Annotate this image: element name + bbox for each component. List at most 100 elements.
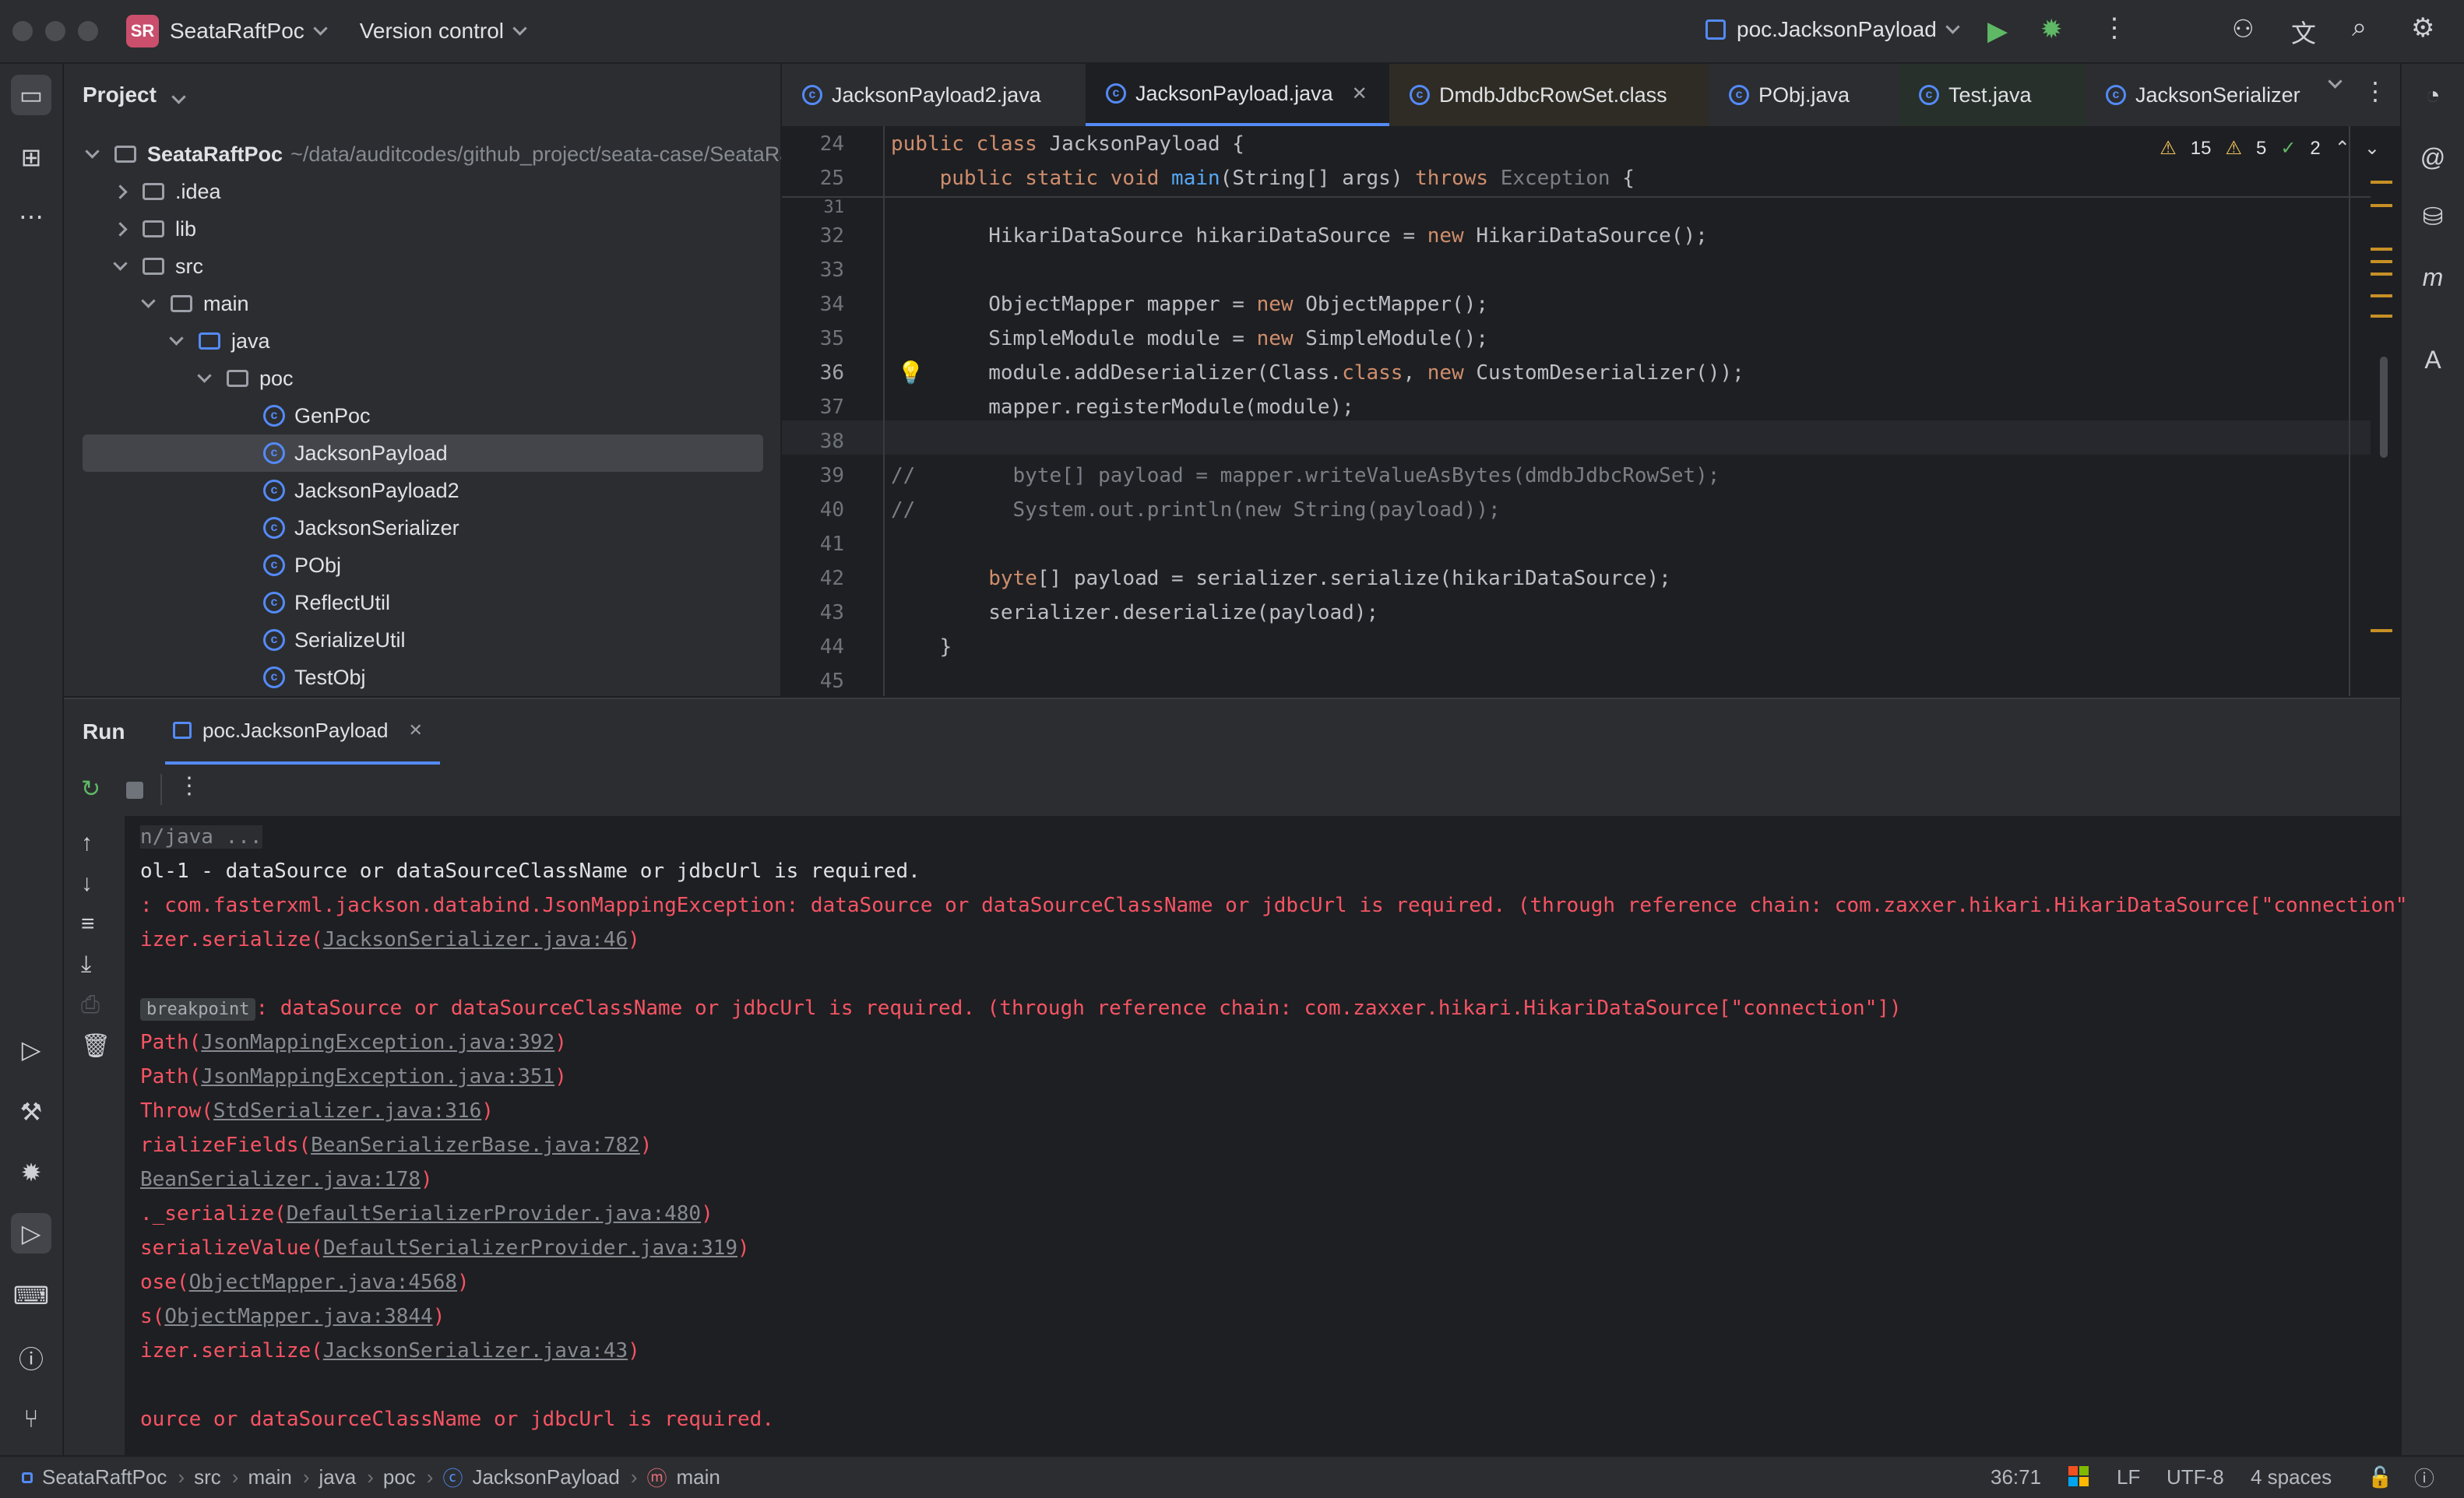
close-icon[interactable]: ✕ [1352, 83, 1368, 105]
run-tool-icon[interactable]: ▷ [11, 1213, 51, 1254]
tree-root[interactable]: SeataRaftPoc ~/data/auditcodes/github_pr… [85, 135, 781, 173]
code-line[interactable]: mapper.registerModule(module); [891, 396, 1354, 419]
tree-item-jacksonpayload[interactable]: c JacksonPayload [83, 434, 763, 472]
code-line[interactable]: // byte[] payload = mapper.writeValueAsB… [891, 464, 1720, 487]
tree-item-jacksonserializer[interactable]: c JacksonSerializer [263, 509, 459, 547]
breadcrumb-item[interactable]: poc [383, 1465, 416, 1489]
debug-tool-icon[interactable]: ✹ [11, 1152, 51, 1193]
tree-item-reflectutil[interactable]: c ReflectUtil [263, 584, 390, 621]
structure-tool-icon[interactable]: ⊞ [11, 137, 51, 178]
more-vertical-icon[interactable]: ⋮ [178, 772, 201, 800]
notifications-icon[interactable]: ◔ [2413, 75, 2453, 115]
breadcrumb-item[interactable]: main [677, 1465, 720, 1489]
tab-jacksonserializer[interactable]: c JacksonSerializer [2086, 64, 2304, 126]
more-vertical-icon[interactable]: ⋮ [2363, 76, 2388, 106]
tab-pobj[interactable]: c PObj.java [1709, 64, 1899, 126]
stop-icon[interactable] [126, 782, 143, 799]
project-panel-title[interactable]: Project [83, 83, 186, 107]
indent-setting[interactable]: 4 spaces [2251, 1465, 2332, 1489]
maximize-window-button[interactable] [78, 21, 98, 41]
minimize-window-button[interactable] [45, 21, 65, 41]
more-vertical-icon[interactable]: ⋮ [2101, 12, 2128, 44]
tab-dmdbjdbcrowset[interactable]: c DmdbJdbcRowSet.class [1389, 64, 1709, 126]
maven-icon[interactable]: m [2413, 257, 2453, 297]
project-tool-icon[interactable]: ▭ [11, 75, 51, 115]
search-icon[interactable]: ⌕ [2352, 12, 2367, 43]
caret-position[interactable]: 36:71 [1991, 1465, 2041, 1489]
problems-icon[interactable]: ⓘ [11, 1338, 51, 1378]
code-line[interactable]: public static void main(String[] args) t… [891, 167, 1635, 190]
tree-item-pobj[interactable]: c PObj [263, 547, 341, 584]
code-line[interactable]: } [891, 635, 952, 659]
code-line[interactable]: byte[] payload = serializer.serialize(hi… [891, 567, 1671, 590]
tab-jacksonpayload2[interactable]: c JacksonPayload2.java [782, 64, 1086, 126]
arrow-down-icon[interactable]: ↓ [81, 870, 93, 897]
add-user-icon[interactable]: ⚇ [2232, 14, 2255, 44]
inspection-widget[interactable]: ⚠ 15 ⚠ 5 ✓ 2 ⌃ ⌄ [2160, 137, 2380, 160]
tab-jacksonpayload[interactable]: c JacksonPayload.java ✕ [1086, 64, 1389, 126]
more-tools-icon[interactable]: ⋯ [11, 196, 51, 237]
breadcrumb-item[interactable]: src [194, 1465, 221, 1489]
create-breakpoint-chip[interactable]: breakpoint [140, 998, 256, 1021]
windows-logo-icon[interactable] [2068, 1466, 2089, 1486]
code-line[interactable]: module.addDeserializer(Class.class, new … [891, 361, 1744, 385]
chevron-down-icon[interactable]: ⌄ [2364, 137, 2380, 160]
tree-item-poc[interactable]: poc [197, 360, 294, 397]
lock-icon[interactable]: 🔓 [2367, 1465, 2392, 1489]
tree-item-genpoc[interactable]: c GenPoc [263, 397, 371, 434]
gear-icon[interactable]: ⚙ [2411, 12, 2434, 44]
code-line[interactable]: public class JacksonPayload { [891, 132, 1244, 156]
chevron-down-icon[interactable] [512, 20, 527, 36]
project-name[interactable]: SeataRaftPoc [170, 19, 304, 44]
run-icon[interactable]: ▶ [1987, 16, 2008, 47]
build-icon[interactable]: ⚒ [11, 1092, 51, 1132]
ai-assistant-icon[interactable]: @ [2413, 137, 2453, 178]
editor-scrollbar[interactable] [2380, 357, 2388, 458]
class-icon: c [802, 85, 822, 105]
chevron-down-icon[interactable] [313, 20, 328, 36]
chevron-up-icon[interactable]: ⌃ [2335, 137, 2350, 160]
code-line[interactable]: // System.out.println(new String(payload… [891, 498, 1501, 522]
code-line[interactable]: ObjectMapper mapper = new ObjectMapper()… [891, 293, 1488, 316]
run-config-selector[interactable]: poc.JacksonPayload [1705, 17, 1960, 42]
close-icon[interactable]: ✕ [408, 720, 422, 740]
tab-list-chevron-icon[interactable] [2328, 74, 2343, 89]
git-icon[interactable]: ⑂ [11, 1398, 51, 1439]
trash-icon[interactable]: 🗑 [81, 1032, 111, 1060]
vcs-menu[interactable]: Version control [360, 19, 504, 44]
breadcrumb-item[interactable]: main [248, 1465, 291, 1489]
services-icon[interactable]: ▷ [11, 1029, 51, 1070]
code-line[interactable]: HikariDataSource hikariDataSource = new … [891, 224, 1708, 248]
tree-item-java[interactable]: java [169, 322, 270, 360]
database-icon[interactable]: ⛁ [2413, 196, 2453, 237]
text-icon[interactable]: A [2413, 339, 2453, 380]
tree-item-testobj[interactable]: c TestObj [263, 659, 366, 696]
terminal-icon[interactable]: ⌨ [11, 1275, 51, 1316]
tree-item-main[interactable]: main [141, 285, 249, 322]
tab-test[interactable]: c Test.java [1899, 64, 2086, 126]
chevron-down-icon [85, 143, 100, 159]
translate-icon[interactable]: 文 [2291, 14, 2316, 50]
file-encoding[interactable]: UTF-8 [2167, 1465, 2224, 1489]
close-window-button[interactable] [12, 21, 33, 41]
tree-item-src[interactable]: src [113, 248, 203, 285]
rerun-icon[interactable]: ↻ [81, 775, 100, 803]
tree-item-jacksonpayload2[interactable]: c JacksonPayload2 [263, 472, 459, 509]
project-badge[interactable]: SR [126, 15, 159, 47]
code-line[interactable]: SimpleModule module = new SimpleModule()… [891, 327, 1488, 350]
tree-item-lib[interactable]: lib [113, 210, 196, 248]
info-icon[interactable]: ⓘ [2414, 1463, 2434, 1492]
scroll-to-end-icon[interactable]: ⤓ [81, 951, 91, 978]
run-tab[interactable]: poc.JacksonPayload ✕ [165, 699, 440, 765]
tree-item-serializeutil[interactable]: c SerializeUtil [263, 621, 406, 659]
breadcrumb-item[interactable]: JacksonPayload [472, 1465, 619, 1489]
debug-icon[interactable]: ✹ [2040, 14, 2063, 45]
print-icon[interactable]: ⎙ [81, 992, 100, 1018]
soft-wrap-icon[interactable]: ≡ [81, 911, 95, 937]
breadcrumb-item[interactable]: java [319, 1465, 356, 1489]
line-separator[interactable]: LF [2117, 1465, 2140, 1489]
breadcrumb-item[interactable]: SeataRaftPoc [42, 1465, 167, 1489]
code-line[interactable]: serializer.deserialize(payload); [891, 601, 1378, 624]
tree-item-idea[interactable]: .idea [113, 173, 221, 210]
arrow-up-icon[interactable]: ↑ [81, 830, 93, 856]
